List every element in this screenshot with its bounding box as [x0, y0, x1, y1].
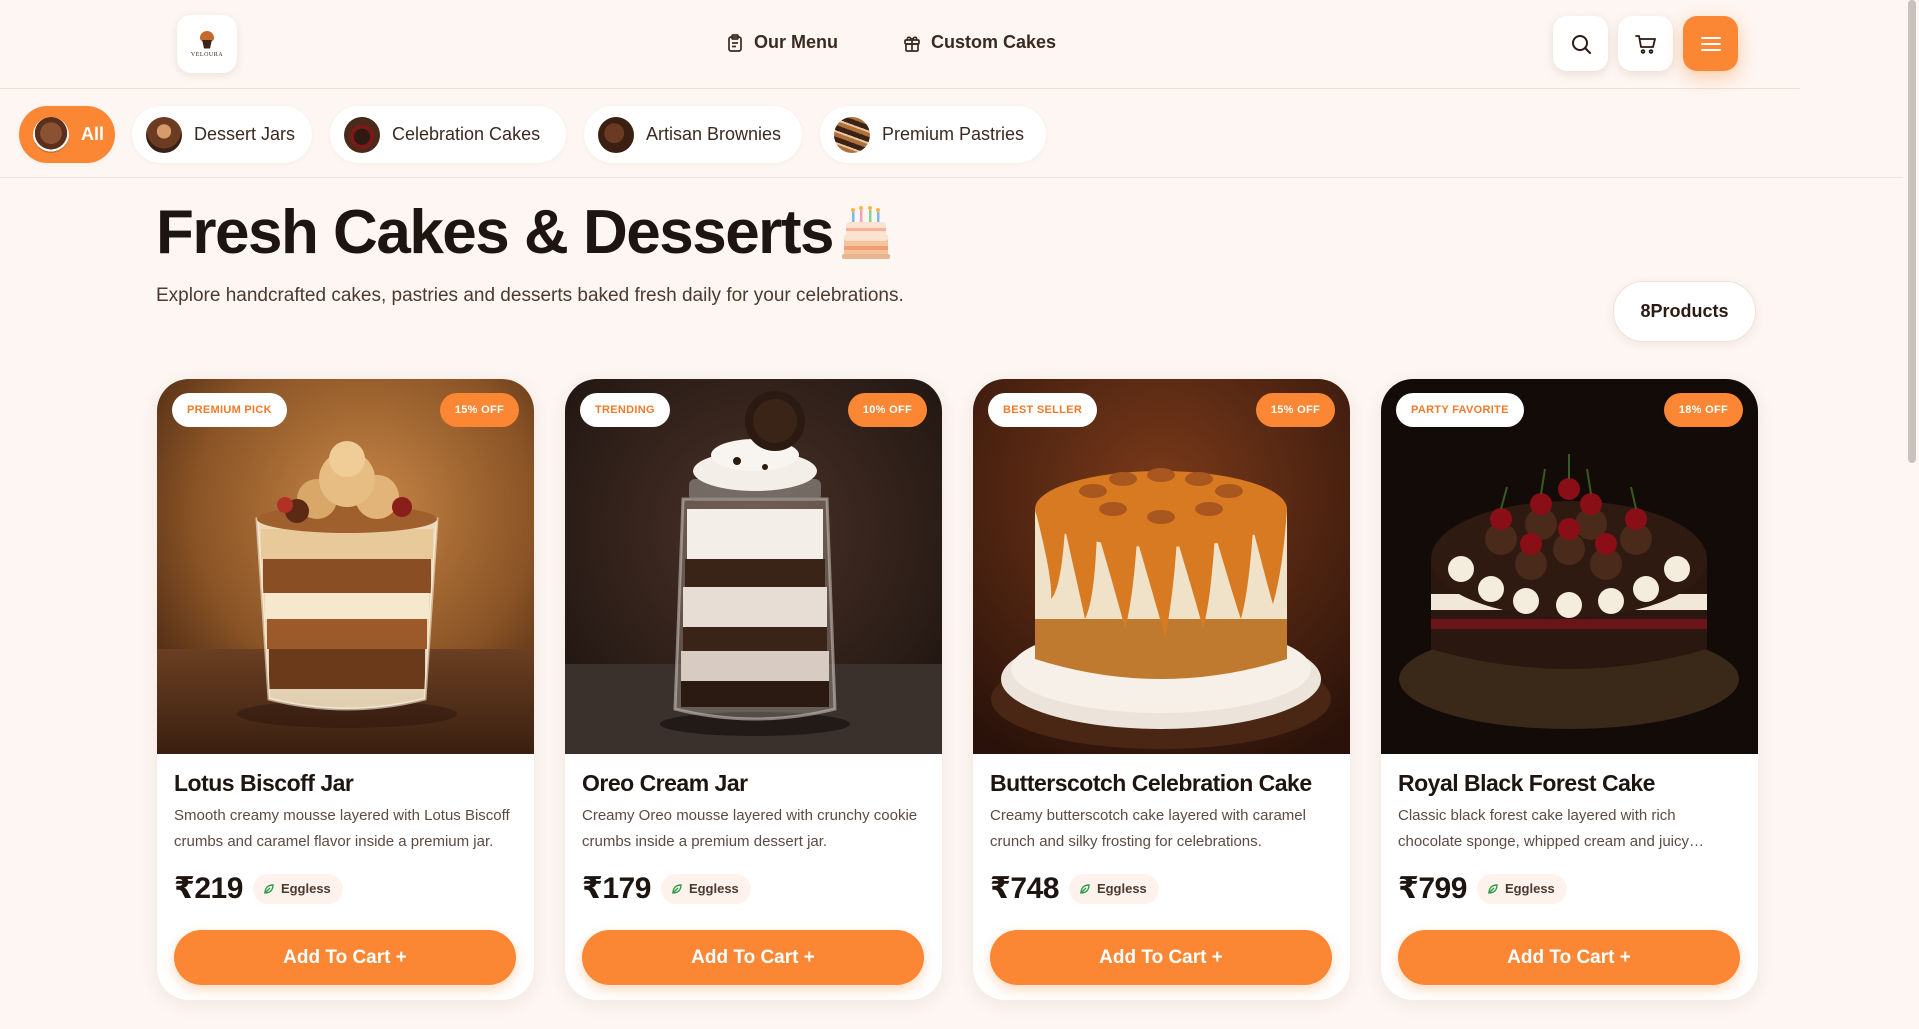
category-premium-pastries-thumb [834, 116, 870, 153]
search-icon [1571, 34, 1591, 54]
product-price: ₹799 [1398, 872, 1467, 905]
eggless-badge: Eggless [660, 873, 751, 904]
nav-custom-cakes-label: Custom Cakes [931, 32, 1057, 52]
category-bar: All Dessert Jars Celebration Cakes Artis… [0, 90, 1919, 178]
menu-button[interactable] [1683, 16, 1738, 71]
product-card-black-forest[interactable]: PARTY FAVORITE 18% OFF Royal Black Fores… [1381, 379, 1758, 1000]
product-description: Creamy butterscotch cake layered with ca… [990, 807, 1306, 850]
product-name[interactable]: Oreo Cream Jar [582, 770, 925, 797]
product-image[interactable]: BEST SELLER 15% OFF [973, 379, 1350, 754]
eggless-label: Eggless [1096, 881, 1147, 896]
cart-button[interactable] [1618, 16, 1673, 71]
category-dessert-jars[interactable]: Dessert Jars [132, 106, 312, 163]
product-card-lotus-biscoff[interactable]: PREMIUM PICK 15% OFF Lotus Biscoff Jar S… [157, 379, 534, 1000]
leaf-icon [1080, 883, 1090, 894]
product-name[interactable]: Royal Black Forest Cake [1398, 770, 1741, 797]
logo-text: VELOURA [190, 51, 224, 58]
eggless-badge: Eggless [252, 873, 343, 904]
category-all-thumb [33, 116, 69, 153]
eggless-badge: Eggless [1476, 873, 1567, 904]
birthday-cake-icon [836, 204, 896, 264]
product-description: Classic black forest cake layered with r… [1398, 807, 1690, 850]
leaf-icon [672, 883, 682, 894]
product-card-butterscotch[interactable]: BEST SELLER 15% OFF Butterscotch Celebra… [973, 379, 1350, 1000]
product-name[interactable]: Butterscotch Celebration Cake [990, 770, 1333, 797]
category-artisan-brownies-thumb [598, 116, 634, 153]
leaf-icon [264, 883, 274, 894]
product-tag: TRENDING [580, 393, 670, 427]
nav-our-menu-label: Our Menu [754, 32, 838, 52]
category-artisan-brownies[interactable]: Artisan Brownies [584, 106, 802, 163]
product-count-badge: 8Products [1613, 281, 1756, 342]
eggless-label: Eggless [280, 881, 331, 896]
product-description: Smooth creamy mousse layered with Lotus … [174, 807, 510, 850]
discount-badge: 10% OFF [847, 393, 927, 427]
product-description: Creamy Oreo mousse layered with crunchy … [582, 807, 918, 850]
product-image[interactable]: TRENDING 10% OFF [565, 379, 942, 754]
eggless-badge: Eggless [1068, 873, 1159, 904]
product-card-oreo-cream[interactable]: TRENDING 10% OFF Oreo Cream Jar Creamy O… [565, 379, 942, 1000]
category-celebration-cakes[interactable]: Celebration Cakes [330, 106, 566, 163]
category-label: Premium Pastries [882, 124, 1025, 144]
scrollbar-thumb[interactable] [1908, 0, 1916, 463]
add-to-cart-button[interactable]: Add To Cart + [990, 930, 1332, 985]
gift-icon [903, 34, 921, 52]
category-all[interactable]: All [19, 106, 115, 163]
clipboard-icon [726, 33, 744, 52]
discount-badge: 18% OFF [1663, 393, 1743, 427]
page-title: Fresh Cakes & Desserts [156, 198, 834, 267]
eggless-label: Eggless [1504, 881, 1555, 896]
discount-badge: 15% OFF [1255, 393, 1335, 427]
nav-our-menu[interactable]: Our Menu [726, 32, 838, 53]
hamburger-icon [1700, 36, 1721, 51]
cupcake-icon [199, 30, 215, 49]
brand-logo[interactable]: VELOURA [177, 15, 237, 73]
product-tag: PREMIUM PICK [172, 393, 287, 427]
discount-badge: 15% OFF [439, 393, 519, 427]
category-dessert-jars-thumb [146, 116, 182, 153]
product-price: ₹179 [582, 872, 651, 905]
search-button[interactable] [1553, 16, 1608, 71]
site-header: VELOURA Our Menu Custom Cakes [0, 0, 1800, 89]
leaf-icon [1488, 883, 1498, 894]
product-price: ₹219 [174, 872, 243, 905]
page-scrollbar[interactable] [1903, 0, 1919, 1029]
eggless-label: Eggless [688, 881, 739, 896]
cart-icon [1634, 34, 1656, 54]
nav-custom-cakes[interactable]: Custom Cakes [903, 32, 1056, 53]
product-price: ₹748 [990, 872, 1059, 905]
product-tag: PARTY FAVORITE [1396, 393, 1524, 427]
product-image[interactable]: PREMIUM PICK 15% OFF [157, 379, 534, 754]
product-name[interactable]: Lotus Biscoff Jar [174, 770, 517, 797]
add-to-cart-button[interactable]: Add To Cart + [582, 930, 924, 985]
category-label: Celebration Cakes [392, 124, 541, 144]
category-label: All [81, 124, 105, 144]
page-subtitle: Explore handcrafted cakes, pastries and … [156, 285, 904, 306]
add-to-cart-button[interactable]: Add To Cart + [1398, 930, 1740, 985]
category-label: Dessert Jars [194, 124, 296, 144]
product-image[interactable]: PARTY FAVORITE 18% OFF [1381, 379, 1758, 754]
add-to-cart-button[interactable]: Add To Cart + [174, 930, 516, 985]
category-premium-pastries[interactable]: Premium Pastries [820, 106, 1046, 163]
product-tag: BEST SELLER [988, 393, 1098, 427]
category-label: Artisan Brownies [646, 124, 782, 144]
category-celebration-cakes-thumb [344, 116, 380, 153]
